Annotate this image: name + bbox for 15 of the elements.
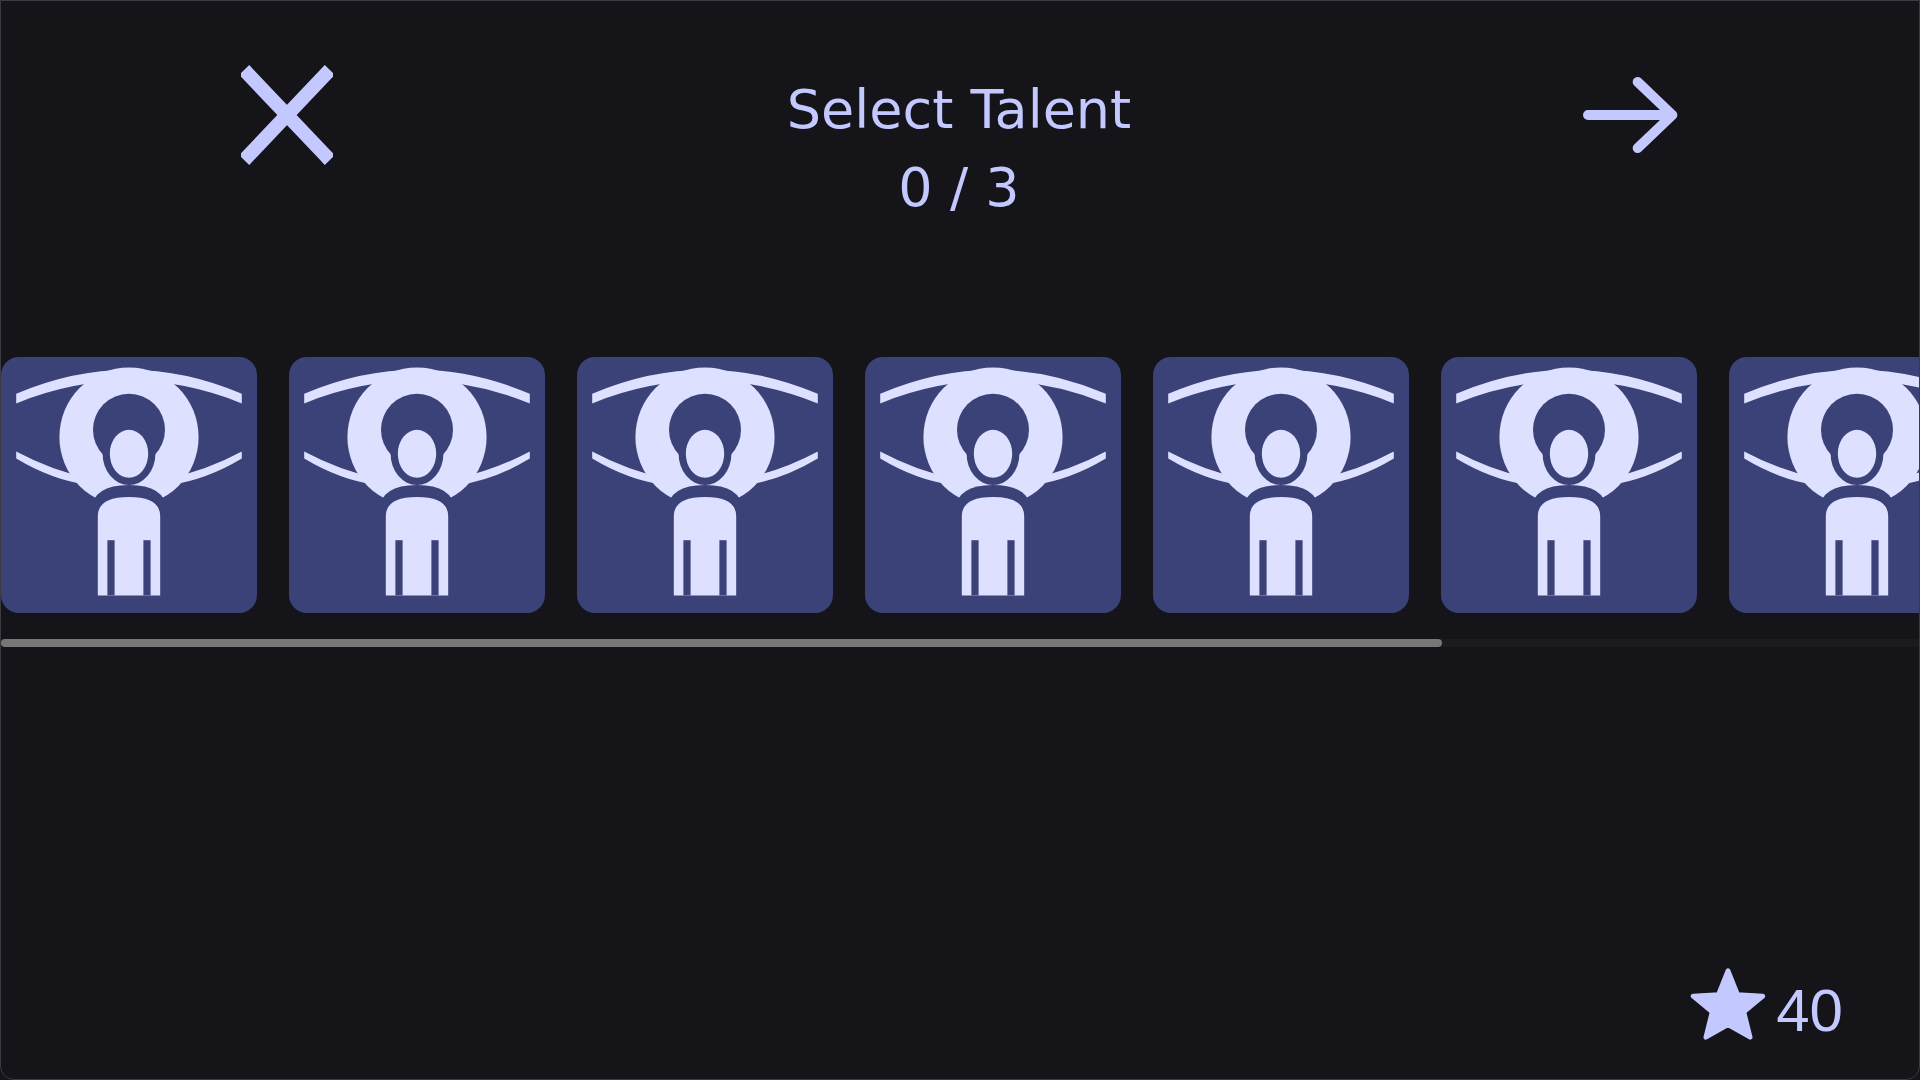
close-icon — [241, 65, 333, 165]
scrollbar[interactable] — [1, 639, 1919, 647]
talent-tile[interactable] — [1, 357, 257, 613]
close-button[interactable] — [239, 65, 335, 165]
scrollbar-thumb[interactable] — [1, 639, 1442, 647]
selection-counter: 0 / 3 — [898, 161, 1020, 215]
star-icon — [1690, 967, 1767, 1041]
currency-amount: 40 — [1776, 981, 1843, 1041]
talent-tile[interactable] — [1441, 357, 1697, 613]
talent-tile[interactable] — [1153, 357, 1409, 613]
talent-tile[interactable] — [289, 357, 545, 613]
talent-tile[interactable] — [865, 357, 1121, 613]
talent-tile[interactable] — [577, 357, 833, 613]
screen-title: Select Talent — [786, 83, 1132, 137]
talent-tile[interactable] — [1729, 357, 1919, 613]
